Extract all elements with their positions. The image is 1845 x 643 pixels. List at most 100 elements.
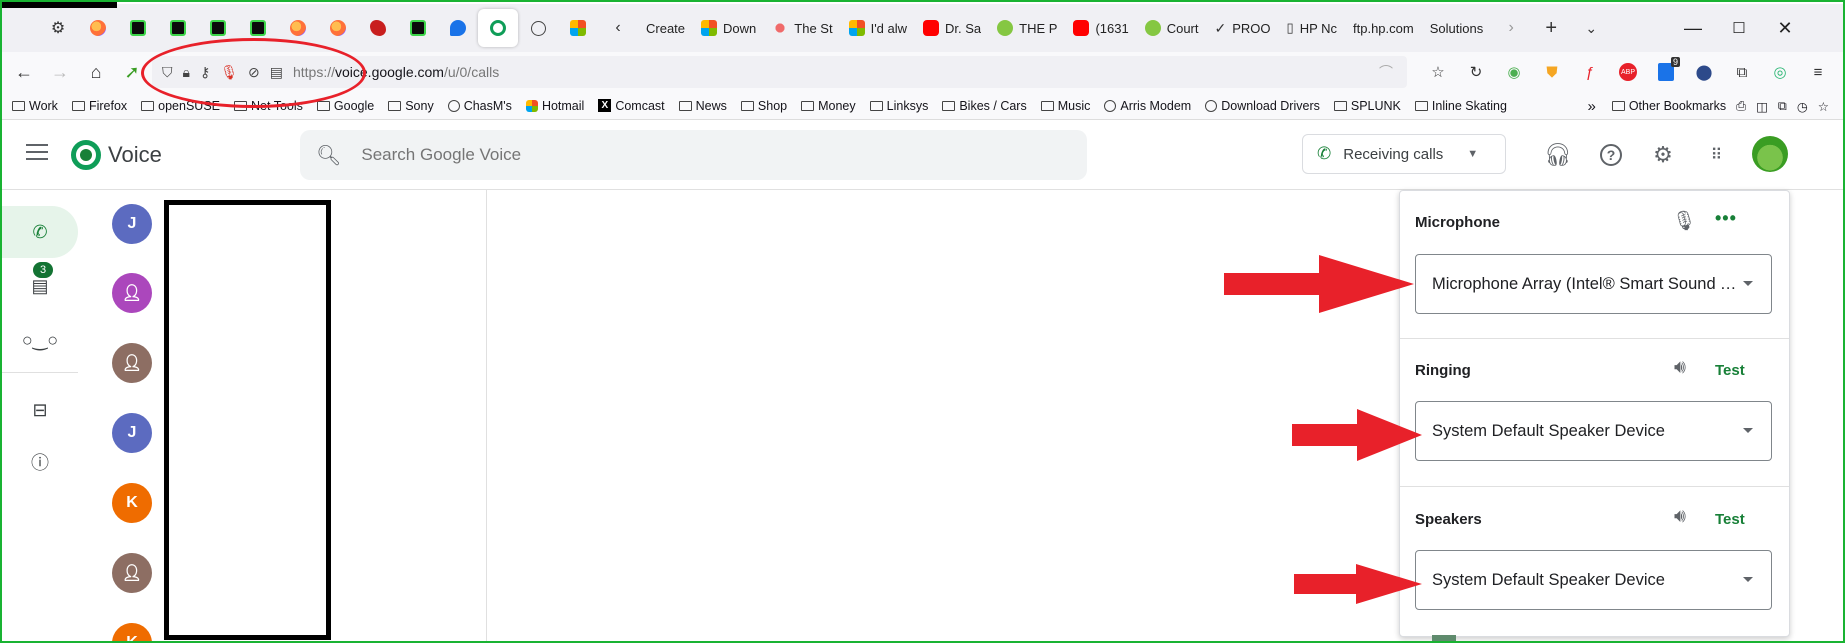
bookmark-sony[interactable]: Sony bbox=[388, 99, 434, 113]
nav-spam[interactable]: ⓘ bbox=[2, 436, 78, 488]
bookmark-hotmail[interactable]: Hotmail bbox=[525, 99, 584, 113]
reload-icon[interactable]: ↻ bbox=[1461, 57, 1491, 87]
screenshot-icon[interactable]: ⧉ bbox=[1778, 99, 1787, 114]
tab-down[interactable]: Down bbox=[693, 9, 764, 47]
print-icon[interactable]: ⎙ bbox=[1736, 99, 1746, 114]
bookmark-linksys[interactable]: Linksys bbox=[869, 99, 928, 113]
headset-icon[interactable]: 🎧︎ bbox=[1541, 138, 1575, 172]
tab-microsoft[interactable] bbox=[558, 9, 598, 47]
microphone-select[interactable]: Microphone Array (Intel® Smart Sound Tec… bbox=[1415, 254, 1772, 314]
archive-icon: ⊟ bbox=[32, 399, 48, 420]
back-button[interactable]: ← bbox=[6, 56, 42, 88]
tab-hp-nc[interactable]: ▯ HP Nc bbox=[1279, 9, 1345, 47]
contact-avatar[interactable]: K bbox=[112, 483, 152, 523]
tab-ftp-hp[interactable]: ftp.hp.com bbox=[1345, 9, 1422, 47]
tab-id-alw[interactable]: I'd alw bbox=[841, 9, 915, 47]
tab-proo[interactable]: ✓ PROO bbox=[1207, 9, 1279, 47]
tab-red-bird[interactable] bbox=[358, 9, 398, 47]
tab-scroll-right[interactable]: › bbox=[1491, 9, 1531, 47]
bookmark-comcast[interactable]: X Comcast bbox=[598, 99, 665, 113]
contact-avatar[interactable]: J bbox=[112, 204, 152, 244]
bookmark-bikes-cars[interactable]: Bikes / Cars bbox=[942, 99, 1027, 113]
green-orb-extension-icon[interactable]: ◎ bbox=[1765, 57, 1795, 87]
tab-the-st[interactable]: The St bbox=[764, 9, 840, 47]
puzzle-extensions-icon[interactable]: ⧉ bbox=[1727, 57, 1757, 87]
bookmark-news[interactable]: News bbox=[678, 99, 727, 113]
nav-voicemail[interactable]: ○‿○ bbox=[2, 314, 78, 366]
maximize-button[interactable]: ☐ bbox=[1716, 4, 1762, 52]
tab-list-button[interactable]: ⌄ bbox=[1571, 9, 1611, 47]
bookmark-star-icon[interactable]: ☆ bbox=[1423, 57, 1453, 87]
tab-terminal-1[interactable] bbox=[118, 9, 158, 47]
contact-avatar[interactable]: J bbox=[112, 413, 152, 453]
bookmark-shop[interactable]: Shop bbox=[740, 99, 787, 113]
other-bookmarks[interactable]: Other Bookmarks bbox=[1611, 99, 1726, 113]
firefox-icon bbox=[330, 20, 346, 36]
pointer-extension-icon[interactable]: ⬤ bbox=[1689, 57, 1719, 87]
bookmark-firefox[interactable]: Firefox bbox=[71, 99, 127, 113]
tab-settings[interactable]: ⚙ bbox=[38, 9, 78, 47]
menu-icon[interactable]: ≡ bbox=[1803, 57, 1833, 87]
nav-archive[interactable]: ⊟ bbox=[2, 384, 78, 436]
speakers-select[interactable]: System Default Speaker Device bbox=[1415, 550, 1772, 610]
tab-scroll-left[interactable]: ‹ bbox=[598, 9, 638, 47]
tab-dr-sa[interactable]: Dr. Sa bbox=[915, 9, 989, 47]
receiving-calls-button[interactable]: ✆ Receiving calls ▼ bbox=[1302, 134, 1506, 174]
tab-the-p[interactable]: THE P bbox=[989, 9, 1065, 47]
tab-1631[interactable]: (1631 bbox=[1065, 9, 1136, 47]
bookmark-chasms[interactable]: ChasM's bbox=[447, 99, 512, 113]
search-icon[interactable]: 🔍︎ bbox=[316, 143, 341, 168]
bookmark-manager-icon[interactable]: ☆ bbox=[1818, 99, 1829, 114]
new-tab-button[interactable]: + bbox=[1531, 9, 1571, 47]
tab-firefox-3[interactable] bbox=[318, 9, 358, 47]
account-avatar[interactable] bbox=[1752, 136, 1788, 172]
help-icon[interactable]: ? bbox=[1594, 138, 1628, 172]
history-clock-icon[interactable]: ◷ bbox=[1797, 99, 1808, 114]
tab-firefox[interactable] bbox=[78, 9, 118, 47]
bookmarks-overflow-button[interactable]: » bbox=[1587, 98, 1595, 115]
contact-avatar[interactable]: K bbox=[112, 623, 152, 641]
settings-gear-icon[interactable]: ⚙ bbox=[1646, 138, 1680, 172]
call-history-list: J 👤︎ 👤︎ J K 👤︎ K bbox=[97, 190, 487, 641]
tab-terminal-5[interactable] bbox=[398, 9, 438, 47]
forward-button[interactable]: → bbox=[42, 56, 78, 88]
tab-google-voice[interactable] bbox=[478, 9, 518, 47]
apps-grid-icon[interactable]: ⠿ bbox=[1699, 138, 1733, 172]
search-bar[interactable]: 🔍︎ bbox=[300, 130, 1087, 180]
bookmark-arris-modem[interactable]: Arris Modem bbox=[1104, 99, 1191, 113]
pdf-extension-icon[interactable]: ƒ bbox=[1575, 57, 1605, 87]
shield-extension-icon[interactable]: ⛊ bbox=[1537, 57, 1567, 87]
bookmark-download-drivers[interactable]: Download Drivers bbox=[1205, 99, 1320, 113]
contact-avatar[interactable]: 👤︎ bbox=[112, 273, 152, 313]
counter-extension-icon[interactable]: 9 bbox=[1651, 57, 1681, 87]
tab-globe[interactable] bbox=[518, 9, 558, 47]
bookmark-google[interactable]: Google bbox=[316, 99, 374, 113]
bookmark-money[interactable]: Money bbox=[801, 99, 856, 113]
contact-avatar[interactable]: 👤︎ bbox=[112, 343, 152, 383]
minimize-button[interactable]: — bbox=[1670, 4, 1716, 52]
tab-create[interactable]: Create bbox=[638, 9, 693, 47]
ringing-test-button[interactable]: Test bbox=[1715, 362, 1745, 379]
home-button[interactable]: ⌂ bbox=[78, 56, 114, 88]
ringing-select[interactable]: System Default Speaker Device bbox=[1415, 401, 1772, 461]
adblock-icon[interactable]: ABP bbox=[1613, 57, 1643, 87]
contact-avatar[interactable]: 👤︎ bbox=[112, 553, 152, 593]
green-extension-icon[interactable]: ◉ bbox=[1499, 57, 1529, 87]
app-title[interactable]: Voice bbox=[108, 142, 162, 168]
bookmark-inline-skating[interactable]: Inline Skating bbox=[1414, 99, 1507, 113]
tab-court[interactable]: Court bbox=[1137, 9, 1207, 47]
main-menu-button[interactable] bbox=[26, 144, 48, 160]
tab-solutions[interactable]: Solutions bbox=[1422, 9, 1491, 47]
speaker-icon: 🔊︎ bbox=[1674, 357, 1686, 378]
tab-terminal-2[interactable] bbox=[158, 9, 198, 47]
more-options-button[interactable]: ••• bbox=[1715, 208, 1737, 229]
bookmark-splunk[interactable]: SPLUNK bbox=[1333, 99, 1401, 113]
nav-calls[interactable]: ✆ bbox=[2, 206, 78, 258]
sidebar-icon[interactable]: ◫ bbox=[1756, 99, 1768, 114]
bookmark-music[interactable]: Music bbox=[1040, 99, 1090, 113]
close-window-button[interactable]: ✕ bbox=[1762, 4, 1808, 52]
bookmark-work[interactable]: Work bbox=[12, 99, 58, 113]
tab-chat[interactable] bbox=[438, 9, 478, 47]
search-input[interactable] bbox=[361, 145, 962, 165]
speakers-test-button[interactable]: Test bbox=[1715, 511, 1745, 528]
